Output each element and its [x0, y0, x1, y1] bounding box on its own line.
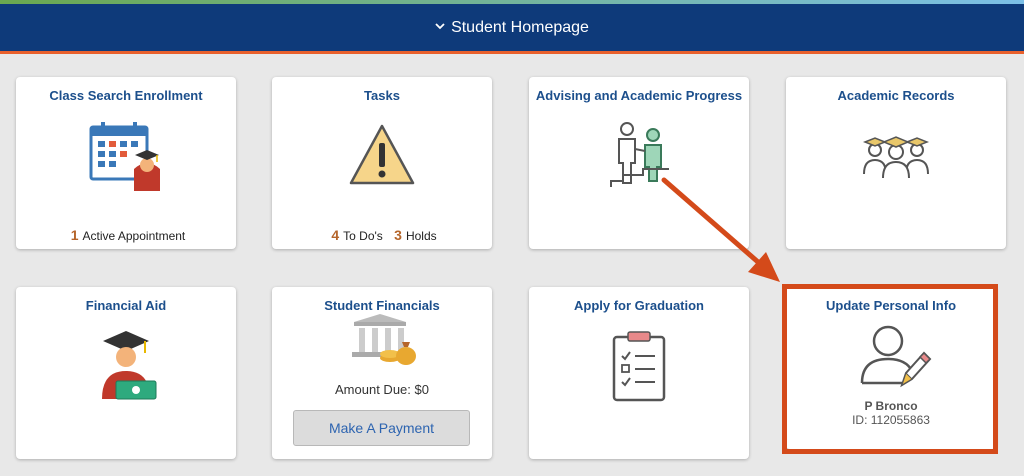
app-header: Student Homepage — [0, 4, 1024, 54]
appointment-label: Active Appointment — [82, 229, 186, 243]
warning-icon — [349, 124, 415, 185]
tile-update-personal-info[interactable]: Update Personal Info P Bronco ID: 112055… — [786, 287, 996, 449]
appointment-count: 1 — [70, 227, 79, 243]
graduate-money-icon — [102, 331, 157, 400]
tile-apply-for-graduation[interactable]: Apply for Graduation — [529, 287, 749, 459]
chevron-down-icon — [435, 23, 445, 30]
tile-title: Update Personal Info — [825, 298, 957, 313]
tile-student-financials[interactable]: Student Financials Amount Due: $0 Make A… — [272, 287, 492, 459]
tile-title: Academic Records — [837, 88, 955, 103]
graduates-group-icon — [862, 136, 930, 179]
tile-advising-academic-progress[interactable]: Advising and Academic Progress — [529, 77, 749, 249]
user-edit-icon — [860, 325, 932, 388]
advising-handshake-icon — [610, 122, 669, 187]
tile-academic-records[interactable]: Academic Records — [786, 77, 1006, 249]
calendar-student-icon — [89, 122, 160, 191]
tile-title: Financial Aid — [85, 298, 167, 313]
student-id: ID: 112055863 — [852, 413, 930, 427]
bank-money-icon — [352, 314, 416, 365]
holds-count: 3 — [394, 227, 402, 243]
holds-label: Holds — [405, 229, 437, 243]
appointment-summary: 1 Active Appointment — [16, 227, 236, 243]
make-payment-button[interactable]: Make A Payment — [293, 410, 470, 446]
tile-title: Student Financials — [324, 298, 440, 313]
tile-class-search-enrollment[interactable]: Class Search Enrollment 1 Active Appointm… — [16, 77, 236, 249]
todo-label: To Do's — [343, 229, 383, 243]
amount-due: Amount Due: $0 — [335, 382, 429, 397]
page-title: Student Homepage — [451, 18, 589, 36]
tile-title: Tasks — [364, 88, 400, 103]
tile-title: Advising and Academic Progress — [535, 88, 743, 103]
tile-financial-aid[interactable]: Financial Aid — [16, 287, 236, 459]
clipboard-checklist-icon — [612, 331, 666, 402]
tile-title: Apply for Graduation — [574, 298, 704, 313]
homepage-selector[interactable]: Student Homepage — [0, 4, 1024, 51]
tasks-summary: 4 To Do's 3 Holds — [272, 227, 492, 243]
todo-count: 4 — [331, 227, 340, 243]
student-name: P Bronco — [864, 399, 918, 413]
tile-title: Class Search Enrollment — [49, 88, 203, 103]
tile-tasks[interactable]: Tasks 4 To Do's 3 Holds — [272, 77, 492, 249]
